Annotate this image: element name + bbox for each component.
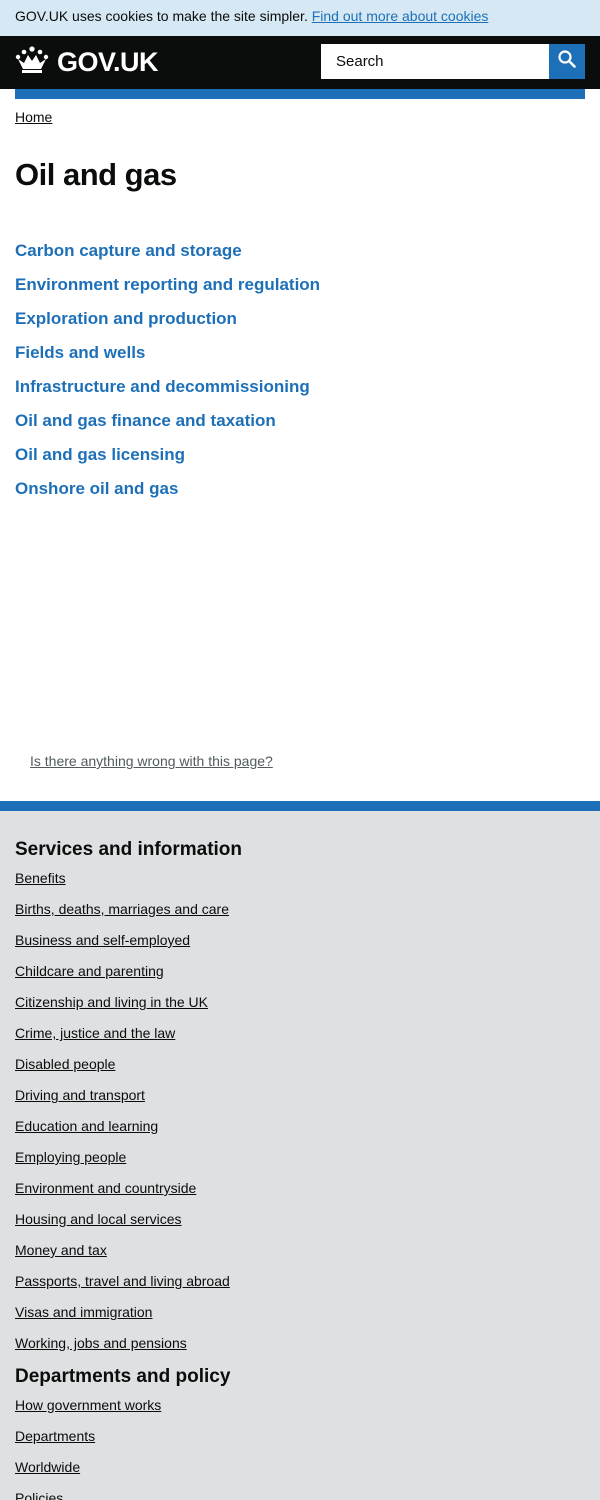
footer-link[interactable]: Money and tax [15, 1242, 107, 1258]
list-item: Births, deaths, marriages and care [15, 901, 230, 932]
topic-link[interactable]: Infrastructure and decommissioning [15, 377, 310, 396]
header-blue-bar [15, 89, 585, 99]
list-item: Policies [15, 1490, 161, 1500]
footer-link[interactable]: Driving and transport [15, 1087, 145, 1103]
page-title: Oil and gas [15, 157, 177, 192]
list-item: Crime, justice and the law [15, 1025, 230, 1056]
cookie-text: GOV.UK uses cookies to make the site sim… [15, 8, 308, 24]
footer-link[interactable]: Employing people [15, 1149, 126, 1165]
footer-link[interactable]: Citizenship and living in the UK [15, 994, 208, 1010]
crown-icon [15, 45, 49, 79]
topic-link[interactable]: Oil and gas finance and taxation [15, 411, 276, 430]
list-item: Oil and gas finance and taxation [15, 410, 320, 444]
list-item: How government works [15, 1397, 161, 1428]
list-item: Environment reporting and regulation [15, 274, 320, 308]
site-footer: Services and information Benefits Births… [0, 811, 600, 1500]
topic-link[interactable]: Onshore oil and gas [15, 479, 178, 498]
topic-list: Carbon capture and storage Environment r… [15, 240, 320, 512]
footer-link[interactable]: Housing and local services [15, 1211, 182, 1227]
footer-link[interactable]: Benefits [15, 870, 66, 886]
services-heading: Services and information [15, 839, 243, 860]
list-item: Education and learning [15, 1118, 230, 1149]
list-item: Worldwide [15, 1459, 161, 1490]
list-item: Business and self-employed [15, 932, 230, 963]
topic-link[interactable]: Environment reporting and regulation [15, 275, 320, 294]
list-item: Passports, travel and living abroad [15, 1273, 230, 1304]
list-item: Fields and wells [15, 342, 320, 376]
list-item: Departments [15, 1428, 161, 1459]
search-icon [557, 49, 577, 74]
cookie-message: GOV.UK uses cookies to make the site sim… [15, 8, 488, 25]
list-item: Oil and gas licensing [15, 444, 320, 478]
footer-link[interactable]: Policies [15, 1490, 63, 1500]
footer-link[interactable]: Working, jobs and pensions [15, 1335, 187, 1351]
services-list: Benefits Births, deaths, marriages and c… [15, 870, 230, 1366]
search-button[interactable] [549, 44, 585, 79]
list-item: Exploration and production [15, 308, 320, 342]
footer-link[interactable]: Passports, travel and living abroad [15, 1273, 230, 1289]
search-input[interactable]: Search [321, 44, 549, 79]
footer-link[interactable]: Business and self-employed [15, 932, 190, 948]
logo-text: GOV.UK [57, 46, 159, 77]
breadcrumb-home[interactable]: Home [15, 109, 52, 126]
list-item: Employing people [15, 1149, 230, 1180]
list-item: Onshore oil and gas [15, 478, 320, 512]
topic-link[interactable]: Oil and gas licensing [15, 445, 185, 464]
departments-heading: Departments and policy [15, 1366, 231, 1387]
list-item: Childcare and parenting [15, 963, 230, 994]
report-problem-link[interactable]: Is there anything wrong with this page? [30, 753, 273, 770]
govuk-logo-link[interactable]: GOV.UK [15, 45, 159, 79]
footer-blue-bar [0, 801, 600, 811]
footer-link[interactable]: Childcare and parenting [15, 963, 164, 979]
footer-link[interactable]: How government works [15, 1397, 161, 1413]
topic-link[interactable]: Carbon capture and storage [15, 241, 242, 260]
footer-link[interactable]: Departments [15, 1428, 95, 1444]
footer-link[interactable]: Births, deaths, marriages and care [15, 901, 229, 917]
list-item: Working, jobs and pensions [15, 1335, 230, 1366]
list-item: Carbon capture and storage [15, 240, 320, 274]
list-item: Money and tax [15, 1242, 230, 1273]
cookie-banner: GOV.UK uses cookies to make the site sim… [0, 0, 600, 36]
footer-link[interactable]: Education and learning [15, 1118, 158, 1134]
departments-list: How government works Departments Worldwi… [15, 1397, 161, 1500]
footer-link[interactable]: Crime, justice and the law [15, 1025, 175, 1041]
site-header: GOV.UK Search [0, 36, 600, 89]
footer-link[interactable]: Environment and countryside [15, 1180, 196, 1196]
footer-link[interactable]: Worldwide [15, 1459, 80, 1475]
footer-link[interactable]: Disabled people [15, 1056, 115, 1072]
topic-link[interactable]: Fields and wells [15, 343, 145, 362]
list-item: Housing and local services [15, 1211, 230, 1242]
cookie-info-link[interactable]: Find out more about cookies [312, 8, 489, 24]
list-item: Environment and countryside [15, 1180, 230, 1211]
list-item: Benefits [15, 870, 230, 901]
list-item: Infrastructure and decommissioning [15, 376, 320, 410]
topic-link[interactable]: Exploration and production [15, 309, 237, 328]
list-item: Visas and immigration [15, 1304, 230, 1335]
list-item: Disabled people [15, 1056, 230, 1087]
footer-link[interactable]: Visas and immigration [15, 1304, 152, 1320]
list-item: Citizenship and living in the UK [15, 994, 230, 1025]
list-item: Driving and transport [15, 1087, 230, 1118]
